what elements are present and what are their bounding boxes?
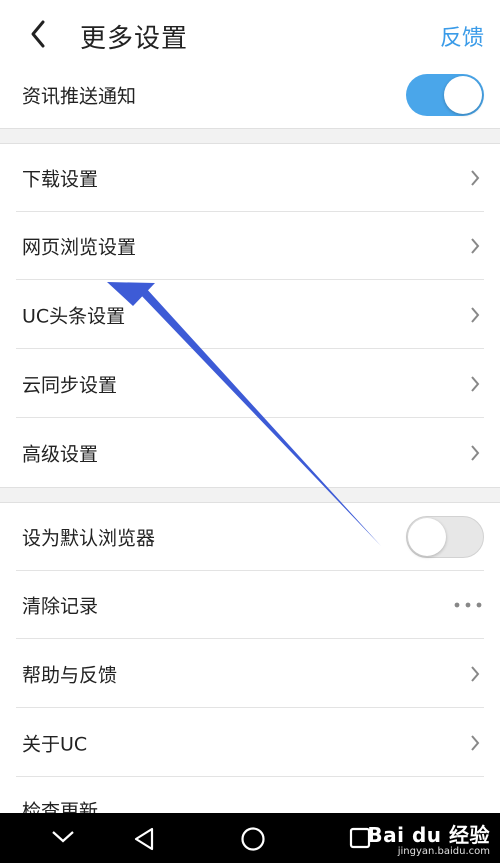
chevron-right-icon	[471, 170, 480, 186]
section-divider	[0, 128, 500, 144]
system-nav-bar: Bai du 经验 jingyan.baidu.com	[0, 813, 500, 863]
cloud-sync-settings-label: 云同步设置	[22, 374, 118, 397]
about-uc-label: 关于UC	[22, 733, 88, 756]
top-bar: 更多设置 反馈	[0, 0, 500, 68]
web-browse-settings-label: 网页浏览设置	[22, 236, 137, 259]
chevron-down-icon[interactable]	[50, 829, 76, 845]
back-triangle-icon[interactable]	[132, 826, 156, 852]
advanced-settings-row[interactable]: 高级设置	[0, 419, 500, 487]
chevron-right-icon	[471, 307, 480, 323]
download-settings-label: 下载设置	[22, 168, 99, 191]
more-dots-icon[interactable]	[454, 602, 482, 608]
uc-headlines-settings-row[interactable]: UC头条设置	[0, 281, 500, 349]
row-divider	[16, 348, 484, 349]
feedback-button[interactable]: 反馈	[440, 20, 484, 52]
clear-records-row[interactable]: 清除记录	[0, 571, 500, 639]
cloud-sync-settings-row[interactable]: 云同步设置	[0, 350, 500, 418]
chevron-right-icon	[471, 735, 480, 751]
uc-headlines-settings-label: UC头条设置	[22, 305, 126, 328]
news-push-label: 资讯推送通知	[22, 85, 137, 108]
chevron-right-icon	[471, 376, 480, 392]
about-uc-row[interactable]: 关于UC	[0, 709, 500, 777]
help-feedback-row[interactable]: 帮助与反馈	[0, 640, 500, 708]
baidu-jingyan-watermark: Bai du 经验 jingyan.baidu.com	[367, 819, 490, 857]
news-push-row[interactable]: 资讯推送通知	[0, 62, 500, 128]
web-browse-settings-row[interactable]: 网页浏览设置	[0, 212, 500, 280]
row-divider	[16, 417, 484, 418]
toggle-knob	[408, 518, 446, 556]
default-browser-toggle[interactable]	[406, 516, 484, 558]
row-divider	[16, 776, 484, 777]
row-divider	[16, 638, 484, 639]
chevron-right-icon	[471, 666, 480, 682]
advanced-settings-label: 高级设置	[22, 443, 99, 466]
back-arrow-icon[interactable]	[24, 16, 52, 52]
news-push-toggle[interactable]	[406, 74, 484, 116]
check-update-label: 检查更新	[22, 800, 99, 814]
watermark-main-text: Bai du 经验	[367, 823, 490, 847]
home-circle-icon[interactable]	[240, 826, 266, 852]
default-browser-row[interactable]: 设为默认浏览器	[0, 503, 500, 571]
chevron-right-icon	[471, 445, 480, 461]
check-update-row[interactable]: 检查更新	[0, 778, 500, 813]
clear-records-label: 清除记录	[22, 595, 99, 618]
row-divider	[16, 707, 484, 708]
chevron-right-icon	[471, 238, 480, 254]
help-feedback-label: 帮助与反馈	[22, 664, 118, 687]
download-settings-row[interactable]: 下载设置	[0, 144, 500, 212]
toggle-knob	[444, 76, 482, 114]
section-divider	[0, 487, 500, 503]
row-divider	[16, 279, 484, 280]
page-title: 更多设置	[80, 24, 189, 54]
default-browser-label: 设为默认浏览器	[22, 527, 156, 550]
